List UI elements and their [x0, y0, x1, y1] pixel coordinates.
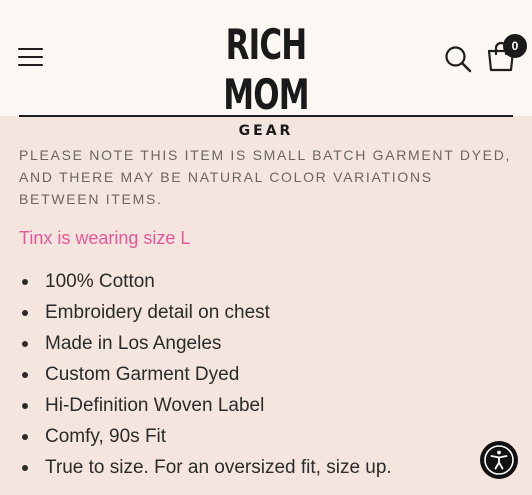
model-size-note: Tinx is wearing size L	[19, 228, 191, 248]
list-item: Made in Los Angeles	[19, 328, 392, 359]
header-divider	[19, 115, 513, 117]
site-logo[interactable]: RICH MOM GEAR	[160, 20, 372, 139]
site-header: RICH MOM GEAR 0	[0, 0, 532, 139]
hamburger-menu-icon[interactable]	[18, 48, 43, 66]
list-item: Hi-Definition Woven Label	[19, 390, 392, 421]
garment-dyed-note: PLEASE NOTE THIS ITEM IS SMALL BATCH GAR…	[19, 147, 512, 207]
list-item: Embroidery detail on chest	[19, 297, 392, 328]
accessibility-icon	[484, 445, 514, 475]
list-item: Comfy, 90s Fit	[19, 421, 392, 452]
accessibility-button[interactable]	[480, 441, 518, 479]
list-item: True to size. For an oversized fit, size…	[19, 452, 392, 483]
search-icon[interactable]	[444, 45, 472, 73]
cart-count-badge[interactable]: 0	[503, 34, 527, 58]
list-item: 100% Cotton	[19, 266, 392, 297]
logo-sub-text: GEAR	[238, 123, 294, 139]
list-item: Custom Garment Dyed	[19, 359, 392, 390]
product-features-list: 100% Cotton Embroidery detail on chest M…	[19, 266, 392, 483]
logo-main-text: RICH MOM	[223, 20, 309, 119]
